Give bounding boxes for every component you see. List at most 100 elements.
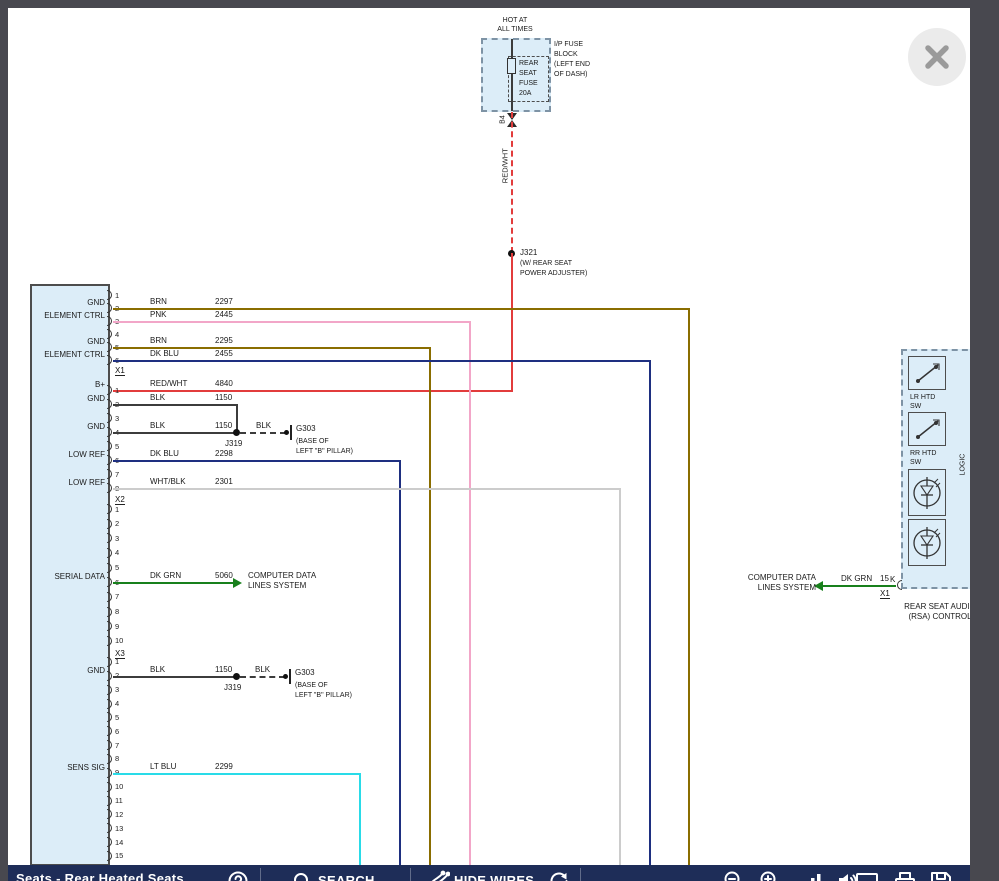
data-lines-destination: LINES SYSTEM bbox=[248, 581, 306, 591]
pin-number: 4 bbox=[115, 548, 119, 557]
led-indicator-box bbox=[908, 469, 946, 516]
search-button[interactable] bbox=[292, 871, 314, 881]
pin-number: 7 bbox=[115, 592, 119, 601]
pin-terminal bbox=[107, 519, 112, 529]
save-button[interactable] bbox=[928, 870, 954, 881]
hot-at-label: HOT AT bbox=[480, 16, 550, 25]
help-button[interactable] bbox=[227, 870, 249, 881]
ground-dot bbox=[284, 430, 289, 435]
wire-circuit-label: 1150 bbox=[215, 665, 232, 675]
search-label[interactable]: SEARCH bbox=[318, 873, 375, 881]
wire-blk-1150-c bbox=[113, 676, 237, 678]
pin-terminal bbox=[107, 796, 112, 806]
connector-section-x1-pins: 1 2 3 4 5 6 bbox=[107, 289, 119, 367]
wire-circuit-label: 2455 bbox=[215, 349, 233, 359]
pin-terminal bbox=[107, 427, 112, 437]
pin-function-label: ELEMENT CTRL bbox=[32, 350, 105, 359]
pin-row: 14 bbox=[107, 835, 123, 849]
wire-color-label: BRN bbox=[150, 336, 167, 346]
pin-terminal bbox=[107, 441, 112, 451]
pin-row: 11 bbox=[107, 794, 123, 808]
pin-row: 5 bbox=[107, 560, 123, 575]
pin-number: 8 bbox=[115, 607, 119, 616]
pin-number: 9 bbox=[115, 622, 119, 631]
wire-circuit-label: 2295 bbox=[215, 336, 233, 346]
wire-dkblu-2298-vertical bbox=[399, 460, 401, 865]
wire-circuit-label: 2298 bbox=[215, 449, 233, 459]
wire-color-label: PNK bbox=[150, 310, 166, 320]
pin-terminal bbox=[107, 342, 112, 352]
pin-terminal bbox=[107, 809, 112, 819]
pin-function-label: SENS SIG bbox=[32, 763, 105, 772]
hide-wires-label[interactable]: HIDE WIRES bbox=[454, 873, 534, 881]
wire-color-label: RED/WHT bbox=[150, 379, 187, 389]
pin-number: 6 bbox=[115, 727, 119, 736]
wire-color-label: BLK bbox=[256, 421, 271, 431]
reset-view-button[interactable] bbox=[548, 870, 570, 881]
pin-number: 1 bbox=[115, 505, 119, 514]
pin-terminal bbox=[107, 699, 112, 709]
diagram-page[interactable]: HOT AT ALL TIMES REAR SEAT FUSE 20A I/P … bbox=[8, 8, 970, 881]
zoom-out-icon bbox=[722, 869, 746, 881]
wire-red-wht-dashed bbox=[511, 112, 513, 253]
pin-row: 3 bbox=[107, 411, 119, 425]
data-lines-destination: COMPUTER DATA bbox=[248, 571, 316, 581]
pin-function-label: ELEMENT CTRL bbox=[32, 311, 105, 320]
fuse-name-line: SEAT bbox=[519, 69, 537, 78]
wire-dkgrn-5060 bbox=[113, 582, 233, 584]
wire-circuit-label: 2301 bbox=[215, 477, 233, 487]
pin-terminal bbox=[107, 607, 112, 617]
pin-number: 15 bbox=[115, 851, 123, 860]
zoom-in-button[interactable] bbox=[758, 869, 782, 881]
bottom-toolbar: Seats - Rear Heated Seats SEARCH HIDE WI… bbox=[8, 865, 970, 881]
ground-name: G303 bbox=[295, 668, 315, 678]
pin-row: 7 bbox=[107, 738, 123, 752]
pin-terminal bbox=[107, 355, 112, 365]
wire-pnk-2445 bbox=[113, 321, 471, 323]
pin-row: 3 bbox=[107, 683, 123, 697]
pin-number: 13 bbox=[115, 824, 123, 833]
wire-circuit-label: 1150 bbox=[215, 421, 232, 431]
pin-terminal bbox=[107, 685, 112, 695]
connector-id-x1: X1 bbox=[115, 366, 125, 376]
search-icon bbox=[292, 871, 314, 881]
pin-row: 5 bbox=[107, 710, 123, 724]
pin-row: 12 bbox=[107, 807, 123, 821]
print-button[interactable] bbox=[892, 870, 918, 881]
zoom-out-button[interactable] bbox=[722, 869, 746, 881]
pin-number: 8 bbox=[115, 754, 119, 763]
display-button[interactable] bbox=[854, 870, 880, 881]
rr-htd-switch-box bbox=[908, 412, 946, 446]
wire-blk-ground-dashed bbox=[240, 432, 286, 434]
pin-terminal bbox=[107, 563, 112, 573]
wire-color-label: DK BLU bbox=[150, 449, 179, 459]
wire-color-label: BLK bbox=[150, 393, 165, 403]
pin-number: 7 bbox=[115, 741, 119, 750]
reset-icon bbox=[548, 870, 570, 881]
levels-button[interactable] bbox=[802, 870, 824, 881]
levels-icon bbox=[802, 870, 824, 881]
ground-desc: (BASE OF bbox=[295, 681, 328, 690]
wire-brn-2295-vertical bbox=[429, 347, 431, 865]
pin-terminal bbox=[897, 580, 902, 590]
close-button[interactable] bbox=[908, 28, 966, 86]
pin-row: 10 bbox=[107, 634, 123, 649]
wire-color-label: BLK bbox=[255, 665, 270, 675]
wire-color-label: WHT/BLK bbox=[150, 477, 186, 487]
pin-function-label: LOW REF bbox=[32, 450, 105, 459]
fuse-block-label: I/P FUSE bbox=[554, 40, 583, 49]
splice-j319-dot bbox=[233, 673, 240, 680]
diagram-title: Seats - Rear Heated Seats bbox=[16, 871, 184, 881]
wire-color-label: DK GRN bbox=[841, 574, 872, 584]
wire-circuit-label: 4840 bbox=[215, 379, 233, 389]
wire-blk-1150-b bbox=[113, 432, 238, 434]
wire-blk-ground-dashed bbox=[240, 676, 285, 678]
pin-number: 10 bbox=[115, 636, 123, 645]
pin-function-label: LOW REF bbox=[32, 478, 105, 487]
splice-j319-label: J319 bbox=[225, 439, 242, 449]
wire-whtblk-2301-vertical bbox=[619, 488, 621, 865]
pin-row: 1 bbox=[107, 383, 119, 397]
hide-wires-button[interactable] bbox=[428, 870, 450, 881]
pin-row: 4 bbox=[107, 546, 123, 561]
ground-dot bbox=[283, 674, 288, 679]
